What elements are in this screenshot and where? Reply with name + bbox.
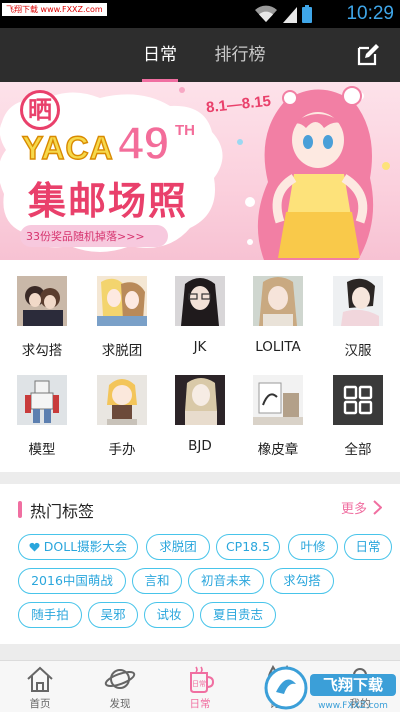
- watermark: 飞翔下载 www.FXXZ.com: [2, 3, 107, 16]
- category-label: JK: [193, 339, 207, 355]
- nav-label: 发现: [109, 698, 131, 710]
- section-accent-bar: [18, 501, 22, 518]
- nav-daily[interactable]: 日常 日常: [160, 661, 240, 712]
- bjd-doll-photo-icon: [175, 375, 225, 425]
- download-site-logo: 飞翔下载 www.FXXZ.com: [264, 666, 396, 711]
- category-bjd[interactable]: BJD: [164, 359, 236, 455]
- jk-girl-photo-icon: [175, 276, 225, 326]
- category-label: 橡皮章: [257, 442, 299, 458]
- chevron-right-icon: [373, 500, 382, 515]
- banner-brand: YACA: [21, 129, 114, 166]
- tab-ranking[interactable]: 排行榜: [212, 28, 268, 82]
- tag-chip[interactable]: 试妆: [144, 602, 194, 628]
- cosplay-couple-photo-icon: [17, 276, 67, 326]
- lolita-doll-photo-icon: [253, 276, 303, 326]
- anime-couple-art-icon: [97, 276, 147, 326]
- badge-title: 飞翔下载: [323, 676, 383, 694]
- category-qiu-gou-da[interactable]: 求勾搭: [6, 260, 78, 359]
- category-label: 求勾搭: [21, 343, 63, 359]
- category-model[interactable]: 模型: [6, 359, 78, 458]
- tag-chip[interactable]: 求勾搭: [270, 568, 334, 594]
- tag-chip[interactable]: 日常: [344, 534, 392, 560]
- tag-chip[interactable]: CP18.5: [216, 534, 280, 560]
- tag-chip[interactable]: 随手拍: [18, 602, 82, 628]
- rubber-stamp-photo-icon: [253, 375, 303, 425]
- banner-edition: 49: [117, 116, 170, 169]
- tag-label: 2016中国萌战: [31, 573, 113, 588]
- status-icons: [254, 5, 312, 23]
- tag-label: 吴邪: [100, 607, 126, 622]
- category-all[interactable]: 全部: [322, 359, 394, 458]
- category-rubber-stamp[interactable]: 橡皮章: [242, 359, 314, 458]
- category-label: 全部: [344, 442, 372, 458]
- planet-icon: [104, 669, 136, 689]
- category-label: 模型: [28, 442, 56, 458]
- tag-label: 日常: [355, 539, 381, 554]
- daily-cup-icon: 日常: [190, 666, 215, 693]
- banner-sun-char: 晒: [28, 96, 52, 124]
- download-site-badge: 飞翔下载 www.FXXZ.com: [262, 664, 400, 712]
- category-label: 汉服: [344, 343, 372, 359]
- tag-chip[interactable]: DOLL摄影大会: [18, 534, 138, 560]
- tag-label: 叶修: [300, 539, 326, 554]
- category-lolita[interactable]: LOLITA: [242, 260, 314, 356]
- nav-label: 首页: [29, 698, 51, 710]
- banner-edition-suffix: TH: [175, 122, 195, 139]
- category-qiu-tuo-tuan[interactable]: 求脱团: [86, 260, 158, 359]
- tag-label: 随手拍: [31, 607, 69, 622]
- svg-text:日常: 日常: [192, 679, 206, 688]
- tab-daily[interactable]: 日常: [140, 28, 180, 82]
- signal-icon: [283, 7, 297, 23]
- more-label: 更多: [340, 502, 367, 517]
- category-label: LOLITA: [255, 339, 301, 355]
- event-banner[interactable]: 晒 YACA 49 TH 8.1—8.15 集邮场照 33份奖品随机掉落>>>: [0, 82, 400, 260]
- tag-chip[interactable]: 求脱团: [146, 534, 210, 560]
- category-label: 求脱团: [101, 343, 143, 359]
- home-icon: [27, 666, 53, 692]
- banner-ribbon: 33份奖品随机掉落>>>: [26, 230, 145, 243]
- badge-url: www.FXXZ.com: [318, 701, 388, 711]
- tag-chip[interactable]: 初音未来: [188, 568, 264, 594]
- hot-tags-title: 热门标签: [30, 502, 95, 521]
- hanfu-portrait-photo-icon: [333, 276, 383, 326]
- hot-tags-section: 热门标签 更多 DOLL摄影大会 求脱团 CP18.5 叶修 日常 2016中国…: [0, 484, 400, 644]
- category-hanfu[interactable]: 汉服: [322, 260, 394, 359]
- tag-label: 试妆: [156, 607, 182, 622]
- category-figure[interactable]: 手办: [86, 359, 158, 458]
- banner-sun-badge: 晒: [20, 90, 60, 130]
- tag-label: DOLL摄影大会: [43, 539, 128, 554]
- top-header: 日常 排行榜: [0, 28, 400, 82]
- gundam-model-photo-icon: [17, 375, 67, 425]
- nav-discover[interactable]: 发现: [80, 661, 160, 712]
- tag-label: CP18.5: [225, 539, 271, 554]
- category-label: BJD: [188, 438, 212, 454]
- grid-all-icon: [333, 375, 383, 425]
- heart-icon: [29, 542, 40, 552]
- nav-home[interactable]: 首页: [0, 661, 80, 712]
- tag-chip[interactable]: 叶修: [288, 534, 338, 560]
- nav-label: 日常: [189, 698, 211, 710]
- tag-label: 言和: [144, 573, 170, 588]
- tag-chip[interactable]: 夏目贵志: [200, 602, 276, 628]
- wifi-icon: [255, 5, 277, 22]
- status-bar: 飞翔下载 www.FXXZ.com 10:29: [0, 0, 400, 28]
- banner-girl-illustration: [237, 86, 390, 260]
- tag-chip[interactable]: 言和: [132, 568, 182, 594]
- clock: 10:29: [346, 3, 394, 24]
- category-label: 手办: [108, 442, 136, 458]
- tag-label: 初音未来: [200, 573, 251, 588]
- tag-label: 夏目贵志: [212, 607, 263, 622]
- banner-headline: 集邮场照: [28, 179, 189, 223]
- battery-icon: [302, 5, 312, 23]
- category-grid: 求勾搭 求脱团 JK LOLITA 汉服 模型 手办 BJD 橡皮章 全部: [0, 260, 400, 472]
- tag-label: 求勾搭: [283, 573, 321, 588]
- edit-post-icon[interactable]: [356, 43, 380, 67]
- more-tags-link[interactable]: 更多: [341, 498, 382, 517]
- tag-label: 求脱团: [159, 539, 197, 554]
- category-jk[interactable]: JK: [164, 260, 236, 356]
- tag-chip[interactable]: 吴邪: [88, 602, 138, 628]
- figure-photo-icon: [97, 375, 147, 425]
- tag-chip[interactable]: 2016中国萌战: [18, 568, 126, 594]
